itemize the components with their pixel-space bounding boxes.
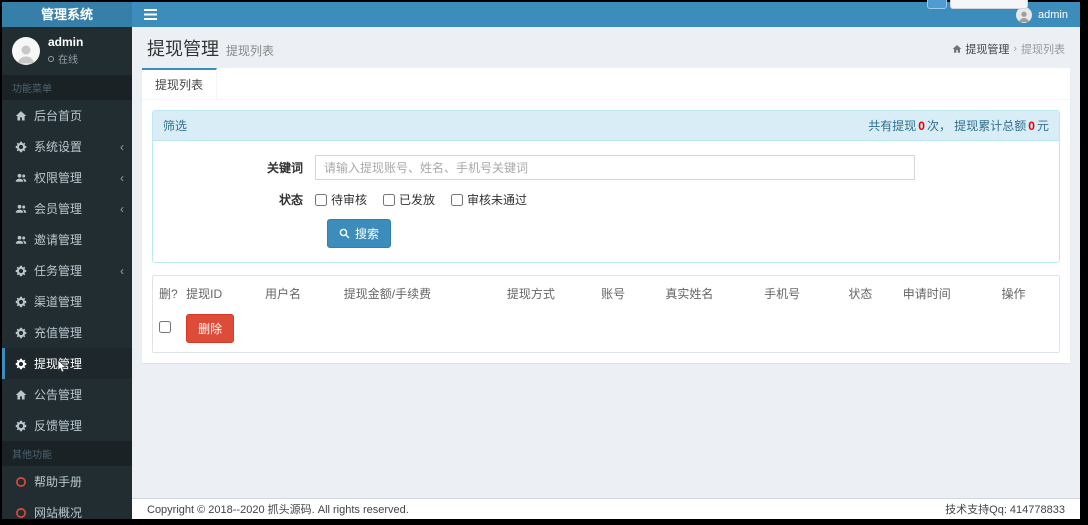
footer: Copyright © 2018--2020 抓头源码. All rights … (132, 498, 1080, 519)
gear-icon (15, 265, 27, 276)
gear-icon (15, 296, 27, 307)
col-method: 提现方式 (506, 287, 555, 301)
hamburger-icon (144, 9, 157, 20)
col-status: 状态 (848, 287, 873, 301)
withdrawal-list-box: 提现列表 筛选 共有提现 0 次， 提现累计总额 0 元 关键词 请输入提现账号… (142, 68, 1070, 363)
keyword-label: 关键词 (266, 161, 303, 175)
copyright-text: Copyright © 2018--2020 抓头源码. All rights … (147, 504, 409, 516)
users-icon (15, 204, 27, 213)
filter-panel-title: 筛选 (163, 119, 188, 133)
col-amount-fee: 提现金额/手续费 (343, 287, 432, 301)
status-checkbox-issued[interactable] (383, 193, 396, 206)
sidebar-toggle-button[interactable] (144, 9, 157, 20)
select-all-checkbox[interactable] (159, 321, 171, 333)
chevron-left-icon: ‹ (120, 201, 124, 216)
sidebar-username: admin (48, 35, 84, 49)
page-title: 提现管理 (147, 39, 219, 59)
gear-icon (15, 327, 27, 338)
sidebar-item-invitations[interactable]: 邀请管理 (2, 224, 132, 255)
sidebar-avatar (12, 36, 40, 65)
status-checkbox-rejected[interactable] (451, 193, 464, 206)
sidebar: admin 在线 功能菜单 后台首页 系统设置 ‹ 权限管理 ‹ 会员管理 ‹ … (2, 27, 132, 519)
sidebar-item-help-manual[interactable]: 帮助手册 (2, 466, 132, 497)
support-text: 技术支持Qq: 414778833 (945, 504, 1065, 516)
breadcrumb-current: 提现列表 (1021, 44, 1065, 56)
status-checkbox-pending[interactable] (315, 193, 327, 206)
circle-o-icon (16, 476, 26, 487)
sidebar-item-members[interactable]: 会员管理 ‹ (2, 193, 132, 224)
withdrawal-table: 删? 提现ID 用户名 提现金额/手续费 提现方式 账号 真实姓名 手机号 状态 (152, 275, 1060, 353)
col-phone: 手机号 (764, 287, 801, 301)
home-icon (952, 44, 962, 53)
user-online-status: 在线 (48, 51, 83, 66)
col-withdrawal-id: 提现ID (186, 287, 223, 301)
gear-icon (15, 141, 27, 152)
col-account: 账号 (601, 287, 626, 301)
sidebar-item-permissions[interactable]: 权限管理 ‹ (2, 162, 132, 193)
sidebar-item-dashboard[interactable]: 后台首页 (2, 100, 132, 131)
content-header: 提现管理 提现列表 提现管理 › 提现列表 (132, 27, 1080, 68)
withdrawal-total: 0 (1028, 119, 1035, 133)
home-icon (15, 110, 27, 120)
tab-withdrawal-list[interactable]: 提现列表 (142, 68, 218, 99)
col-username: 用户名 (264, 287, 301, 301)
chevron-left-icon: ‹ (120, 170, 124, 185)
col-delete: 删? (159, 287, 178, 301)
col-realname: 真实姓名 (665, 287, 714, 301)
home-icon (15, 389, 27, 399)
delete-button[interactable]: 删除 (186, 314, 235, 343)
top-navbar: 管理系统 admin (2, 2, 1080, 27)
users-icon (15, 235, 27, 244)
chevron-left-icon: ‹ (120, 263, 124, 278)
filter-panel: 筛选 共有提现 0 次， 提现累计总额 0 元 关键词 请输入提现账号、姓名、手… (152, 110, 1060, 263)
gear-icon (15, 420, 27, 431)
keyword-input[interactable] (315, 155, 915, 180)
page-subtitle: 提现列表 (226, 44, 275, 58)
tab-bar: 提现列表 (142, 68, 1070, 100)
gear-icon (15, 358, 27, 369)
overlay-pill (950, 0, 1028, 9)
menu-section-label: 功能菜单 (2, 75, 132, 100)
withdrawal-count: 0 (918, 119, 925, 133)
sidebar-item-system-settings[interactable]: 系统设置 ‹ (2, 131, 132, 162)
browser-overlay-artifact (927, 0, 1028, 9)
search-icon (339, 228, 350, 239)
sidebar-item-channels[interactable]: 渠道管理 (2, 286, 132, 317)
admin-app: 管理系统 admin admin 在线 功能菜单 后台首页 系统设置 ‹ 权限管… (2, 0, 1080, 519)
mouse-cursor (57, 360, 67, 373)
sidebar-item-site-overview[interactable]: 网站概况 (2, 497, 132, 519)
chevron-left-icon: ‹ (120, 139, 124, 154)
qq-icon (927, 0, 947, 9)
col-actions: 操作 (1001, 287, 1026, 301)
sidebar-user-panel: admin 在线 (2, 27, 132, 75)
brand-logo[interactable]: 管理系统 (2, 2, 132, 27)
breadcrumb: 提现管理 › 提现列表 (952, 41, 1065, 57)
sidebar-item-announcements[interactable]: 公告管理 (2, 379, 132, 410)
sidebar-item-feedback[interactable]: 反馈管理 (2, 410, 132, 441)
search-button[interactable]: 搜索 (327, 219, 392, 248)
online-status-icon (48, 55, 54, 62)
circle-o-icon (16, 507, 26, 518)
status-option-issued[interactable]: 已发放 (383, 191, 435, 208)
withdrawal-stats: 共有提现 0 次， 提现累计总额 0 元 (868, 119, 1049, 133)
menu-section-label: 其他功能 (2, 441, 132, 466)
sidebar-item-tasks[interactable]: 任务管理 ‹ (2, 255, 132, 286)
users-icon (15, 173, 27, 182)
status-label: 状态 (278, 193, 303, 207)
sidebar-item-recharge[interactable]: 充值管理 (2, 317, 132, 348)
col-apply-time: 申请时间 (902, 287, 951, 301)
status-option-pending[interactable]: 待审核 (315, 191, 367, 208)
topbar-username: admin (1038, 8, 1068, 21)
breadcrumb-root[interactable]: 提现管理 (952, 41, 1009, 57)
sidebar-item-withdrawals[interactable]: 提现管理 (2, 348, 132, 379)
breadcrumb-separator: › (1013, 43, 1017, 55)
status-option-rejected[interactable]: 审核未通过 (451, 191, 527, 208)
table-header-row: 删? 提现ID 用户名 提现金额/手续费 提现方式 账号 真实姓名 手机号 状态 (153, 276, 1059, 309)
table-action-row: 删除 (153, 309, 1059, 352)
